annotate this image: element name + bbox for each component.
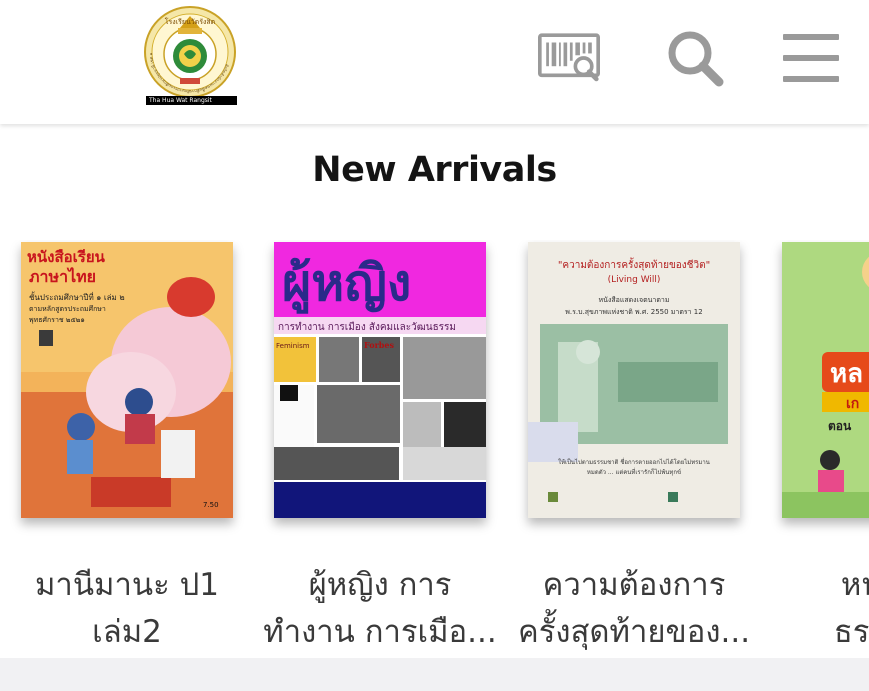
book-title[interactable]: ความต้องการ ครั้งสุดท้ายของ... bbox=[509, 562, 759, 656]
book-title-line1: มานีมานะ ป1 bbox=[35, 567, 219, 603]
section-title: New Arrivals bbox=[312, 150, 557, 190]
svg-text:หมดตัว ... แต่คนที่เรารักก็ไปพ: หมดตัว ... แต่คนที่เรารักก็ไปพ้นทุกข์ bbox=[587, 467, 681, 476]
book-cover[interactable]: "ความต้องการครั้งสุดท้ายของชีวิต" (Livin… bbox=[528, 242, 740, 518]
book-title-line2: ทำงาน การเมือ... bbox=[263, 614, 497, 650]
svg-text:ชั้นประถมศึกษาปีที่ ๑ เล่ม ๒: ชั้นประถมศึกษาปีที่ ๑ เล่ม ๒ bbox=[29, 291, 125, 302]
book-title-line1: ความต้องการ bbox=[542, 567, 726, 603]
book-title[interactable]: หนังสือ ธรรมะส bbox=[763, 562, 869, 656]
book-cover-image: ผู้หญิง การทำงาน การเมือง สังคมและวัฒนธร… bbox=[274, 242, 486, 518]
school-logo[interactable]: โรงเรียนวัดรังสิต สังกัดสำนักงานเขตพื้นท… bbox=[144, 6, 236, 106]
search-button[interactable] bbox=[664, 28, 726, 88]
book-title[interactable]: มานีมานะ ป1 เล่ม2 bbox=[2, 562, 252, 656]
search-icon bbox=[668, 31, 724, 87]
svg-text:(Living Will): (Living Will) bbox=[608, 275, 661, 285]
book-title-line2: ครั้งสุดท้ายของ... bbox=[517, 614, 751, 650]
svg-text:หนังสือแสดงเจตนาตาม: หนังสือแสดงเจตนาตาม bbox=[599, 296, 670, 304]
hamburger-menu-icon bbox=[783, 34, 839, 82]
book-cover-image: หนังสือเรียน ภาษาไทย ชั้นประถมศึกษาปีที่… bbox=[21, 242, 233, 518]
svg-text:หนังสือเรียน: หนังสือเรียน bbox=[27, 248, 106, 266]
book-title-line2: ธรรมะส bbox=[833, 614, 869, 650]
app-header: โรงเรียนวัดรังสิต สังกัดสำนักงานเขตพื้นท… bbox=[0, 0, 869, 124]
book-cover[interactable]: ผู้หญิง การทำงาน การเมือง สังคมและวัฒนธร… bbox=[274, 242, 486, 518]
svg-text:การทำงาน การเมือง สังคมและวัฒน: การทำงาน การเมือง สังคมและวัฒนธรรม bbox=[278, 321, 456, 333]
barcode-scan-button[interactable] bbox=[538, 28, 600, 88]
svg-text:"ความต้องการครั้งสุดท้ายของชีว: "ความต้องการครั้งสุดท้ายของชีวิต" bbox=[558, 257, 710, 271]
svg-text:Feminism: Feminism bbox=[276, 342, 310, 350]
svg-text:7.50: 7.50 bbox=[203, 501, 219, 509]
svg-text:ให้เป็นไปตามธรรมชาติ ชื่อการตา: ให้เป็นไปตามธรรมชาติ ชื่อการตายออกไปได้โ… bbox=[558, 457, 710, 466]
book-title[interactable]: ผู้หญิง การ ทำงาน การเมือ... bbox=[255, 562, 505, 656]
svg-text:พ.ร.บ.สุขภาพแห่งชาติ พ.ศ. 2550: พ.ร.บ.สุขภาพแห่งชาติ พ.ศ. 2550 มาตรา 12 bbox=[565, 308, 702, 316]
svg-text:ตามหลักสูตรประถมศึกษา: ตามหลักสูตรประถมศึกษา bbox=[29, 304, 106, 313]
bottom-bar bbox=[0, 658, 869, 691]
new-arrivals-carousel[interactable]: หนังสือเรียน ภาษาไทย ชั้นประถมศึกษาปีที่… bbox=[0, 240, 869, 660]
svg-text:เก: เก bbox=[846, 396, 859, 412]
book-cover[interactable]: หล เก ตอน bbox=[782, 242, 869, 518]
svg-text:ตอน: ตอน bbox=[828, 419, 852, 433]
svg-text:Forbes: Forbes bbox=[364, 340, 394, 350]
svg-text:พุทธศักราช ๒๕๒๑: พุทธศักราช ๒๕๒๑ bbox=[29, 316, 85, 324]
book-cover-image: หล เก ตอน bbox=[782, 242, 869, 518]
book-cover-image: "ความต้องการครั้งสุดท้ายของชีวิต" (Livin… bbox=[528, 242, 740, 518]
svg-text:โรงเรียนวัดรังสิต: โรงเรียนวัดรังสิต bbox=[165, 17, 216, 26]
book-cover[interactable]: หนังสือเรียน ภาษาไทย ชั้นประถมศึกษาปีที่… bbox=[21, 242, 233, 518]
book-title-line2: เล่ม2 bbox=[92, 614, 162, 650]
barcode-scan-icon bbox=[538, 33, 600, 82]
svg-text:ภาษาไทย: ภาษาไทย bbox=[29, 267, 96, 286]
book-title-line1: หนังสือ bbox=[840, 567, 869, 603]
school-emblem-icon: โรงเรียนวัดรังสิต สังกัดสำนักงานเขตพื้นท… bbox=[144, 6, 236, 98]
svg-text:หล: หล bbox=[830, 359, 863, 389]
book-title-line1: ผู้หญิง การ bbox=[308, 567, 452, 603]
logo-caption: Tha Hua Wat Rangsit bbox=[146, 96, 237, 105]
svg-text:ผู้หญิง: ผู้หญิง bbox=[282, 254, 411, 314]
menu-button[interactable] bbox=[780, 28, 842, 88]
